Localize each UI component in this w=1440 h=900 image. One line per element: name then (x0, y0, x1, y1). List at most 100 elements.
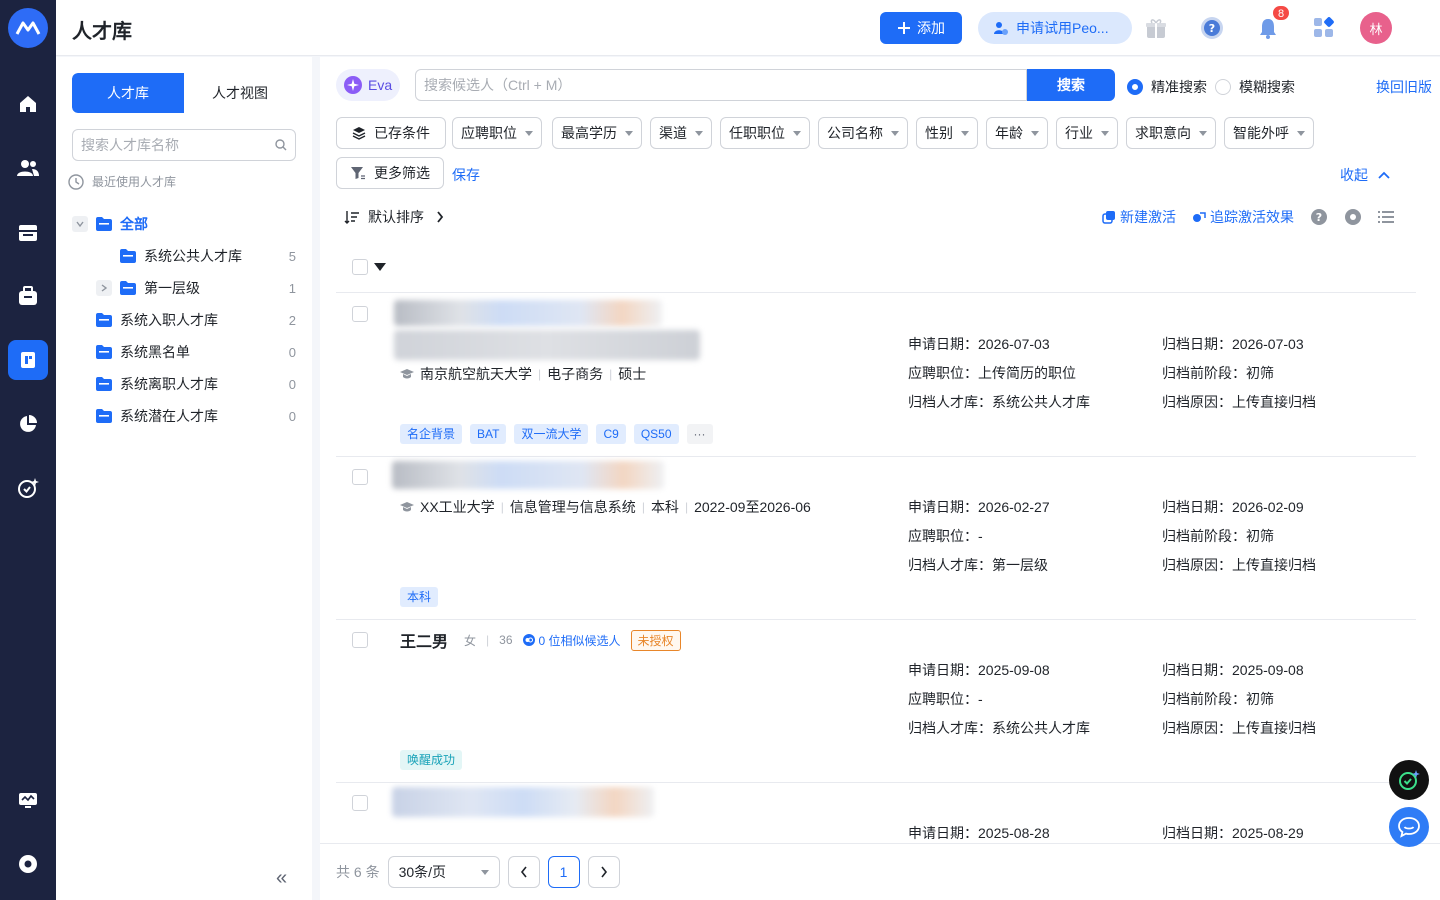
row-checkbox[interactable] (352, 632, 368, 648)
tab-talent-view[interactable]: 人才视图 (184, 73, 296, 113)
chat-support-button[interactable] (1389, 807, 1429, 847)
library-search-placeholder: 搜索人才库名称 (81, 137, 179, 153)
library-search-input[interactable]: 搜索人才库名称 (72, 129, 296, 161)
filter-gender[interactable]: 性别 (916, 117, 978, 149)
filter-position[interactable]: 应聘职位 (452, 117, 542, 149)
eva-button[interactable]: Eva (336, 69, 400, 101)
page-size-select[interactable]: 30条/页 (387, 856, 500, 888)
apps-grid-icon[interactable] (1312, 16, 1336, 40)
settings-icon[interactable] (1344, 208, 1362, 226)
old-version-link[interactable]: 换回旧版 (1376, 77, 1432, 97)
tree-item-resigned[interactable]: 系统离职人才库 0 (56, 368, 312, 400)
more-tags-button[interactable]: ··· (686, 424, 713, 444)
collapse-sidebar-icon[interactable]: « (276, 867, 287, 890)
filter-age[interactable]: 年龄 (986, 117, 1048, 149)
caret-down-icon[interactable] (374, 263, 386, 271)
candidate-card[interactable]: 王二男 女 | 36 0 位相似候选人 未授权 申请日期：2025-09-08 … (336, 620, 1416, 783)
notification-badge: 8 (1272, 5, 1290, 21)
eva-label: Eva (368, 77, 393, 93)
next-page-button[interactable] (587, 856, 620, 888)
new-activation-link[interactable]: 新建激活 (1102, 207, 1176, 227)
talent-library-icon[interactable] (8, 340, 48, 380)
list-view-icon[interactable] (1378, 210, 1394, 224)
folder-icon (96, 409, 112, 423)
row-checkbox[interactable] (352, 795, 368, 811)
home-icon[interactable] (8, 84, 48, 124)
tree-item-potential[interactable]: 系统潜在人才库 0 (56, 400, 312, 432)
chevron-down-icon[interactable] (72, 216, 88, 232)
add-button[interactable]: 添加 (880, 12, 962, 44)
filter-education[interactable]: 最高学历 (552, 117, 642, 149)
filter-channel[interactable]: 渠道 (650, 117, 712, 149)
radio-exact-search[interactable]: 精准搜索 (1127, 77, 1207, 97)
row-checkbox[interactable] (352, 469, 368, 485)
blurred-candidate-name (392, 787, 654, 817)
candidate-search-input[interactable]: 搜索候选人（Ctrl + M） (415, 69, 1027, 101)
help-icon[interactable]: ? (1200, 16, 1224, 40)
candidate-card[interactable]: 南京航空航天大学 | 电子商务 | 硕士 申请日期：2026-07-03 应聘职… (336, 294, 1416, 457)
ai-assistant-button[interactable] (1389, 760, 1429, 800)
tab-talent-library[interactable]: 人才库 (72, 73, 184, 113)
radio-label: 精准搜索 (1151, 79, 1207, 95)
avatar[interactable]: 林 (1360, 12, 1392, 44)
tree-item-blacklist[interactable]: 系统黑名单 0 (56, 336, 312, 368)
select-all-checkbox[interactable] (352, 259, 368, 275)
filter-industry[interactable]: 行业 (1056, 117, 1118, 149)
filter-smart-call[interactable]: 智能外呼 (1224, 117, 1314, 149)
track-activation-link[interactable]: 追踪激活效果 (1192, 207, 1294, 227)
tree-item-label: 系统离职人才库 (120, 376, 218, 392)
tree-item-label: 系统黑名单 (120, 344, 190, 360)
tree-item-all[interactable]: 全部 (56, 208, 312, 240)
recent-label: 最近使用人才库 (92, 175, 177, 189)
page-number-button[interactable]: 1 (547, 856, 580, 888)
similar-candidates-link[interactable]: 0 位相似候选人 (522, 632, 621, 649)
tag: QS50 (633, 424, 679, 444)
radio-fuzzy-search[interactable]: 模糊搜索 (1215, 77, 1295, 97)
tree-item-level-one[interactable]: 第一层级 1 (56, 272, 312, 304)
candidate-gender: 女 (464, 633, 477, 648)
settings-icon[interactable] (8, 844, 48, 884)
ai-sparkle-icon[interactable] (8, 468, 48, 508)
tree-item-onboard[interactable]: 系统入职人才库 2 (56, 304, 312, 336)
save-filters-link[interactable]: 保存 (452, 165, 480, 185)
calendar-icon[interactable] (8, 212, 48, 252)
candidate-name[interactable]: 王二男 (400, 628, 448, 652)
sidebar-tabs: 人才库 人才视图 (72, 73, 296, 113)
tree-item-count: 0 (288, 344, 296, 360)
sort-label: 默认排序 (368, 209, 424, 225)
app-logo[interactable] (8, 8, 48, 48)
trial-button[interactable]: 申请试用Peo... (978, 12, 1132, 44)
search-button[interactable]: 搜索 (1027, 69, 1115, 101)
graduation-cap-icon (400, 502, 414, 512)
top-bar: 人才库 添加 申请试用Peo... ? 8 林 (56, 0, 1440, 56)
saved-conditions-button[interactable]: 已存条件 (336, 117, 446, 149)
filter-company[interactable]: 公司名称 (818, 117, 908, 149)
tree-item-public[interactable]: 系统公共人才库 5 (56, 240, 312, 272)
recent-libraries[interactable]: 最近使用人才库 (68, 173, 176, 190)
filter-current-position[interactable]: 任职职位 (720, 117, 810, 149)
collapse-filters-link[interactable]: 收起 (1340, 165, 1390, 185)
more-filters-label: 更多筛选 (374, 165, 430, 181)
degree: 硕士 (618, 366, 647, 382)
more-filters-button[interactable]: 更多筛选 (336, 157, 444, 189)
monitor-icon[interactable] (8, 780, 48, 820)
gift-icon[interactable] (1144, 16, 1168, 40)
briefcase-icon[interactable] (8, 276, 48, 316)
prev-page-button[interactable] (507, 856, 540, 888)
tree-item-count: 5 (288, 248, 296, 264)
archive-stage: 归档前阶段：初筛 (1162, 365, 1274, 381)
help-icon[interactable]: ? (1310, 208, 1328, 226)
filter-label: 求职意向 (1135, 125, 1191, 141)
tag: 本科 (400, 587, 439, 607)
candidate-card[interactable]: 申请日期：2025-08-28 归档日期：2025-08-29 (336, 783, 1416, 843)
chevron-right-icon[interactable] (96, 280, 112, 296)
candidate-card[interactable]: XX工业大学 | 信息管理与信息系统 | 本科 | 2022-09至2026-0… (336, 457, 1416, 620)
svg-text:?: ? (1316, 211, 1322, 224)
filter-intention[interactable]: 求职意向 (1126, 117, 1216, 149)
users-icon[interactable] (8, 148, 48, 188)
sort-dropdown[interactable]: 默认排序 (344, 207, 444, 227)
row-checkbox[interactable] (352, 306, 368, 322)
filter-label: 渠道 (659, 125, 687, 141)
pie-chart-icon[interactable] (8, 404, 48, 444)
candidate-tags: 名企背景 BAT 双一流大学 C9 QS50 ··· (400, 424, 713, 444)
